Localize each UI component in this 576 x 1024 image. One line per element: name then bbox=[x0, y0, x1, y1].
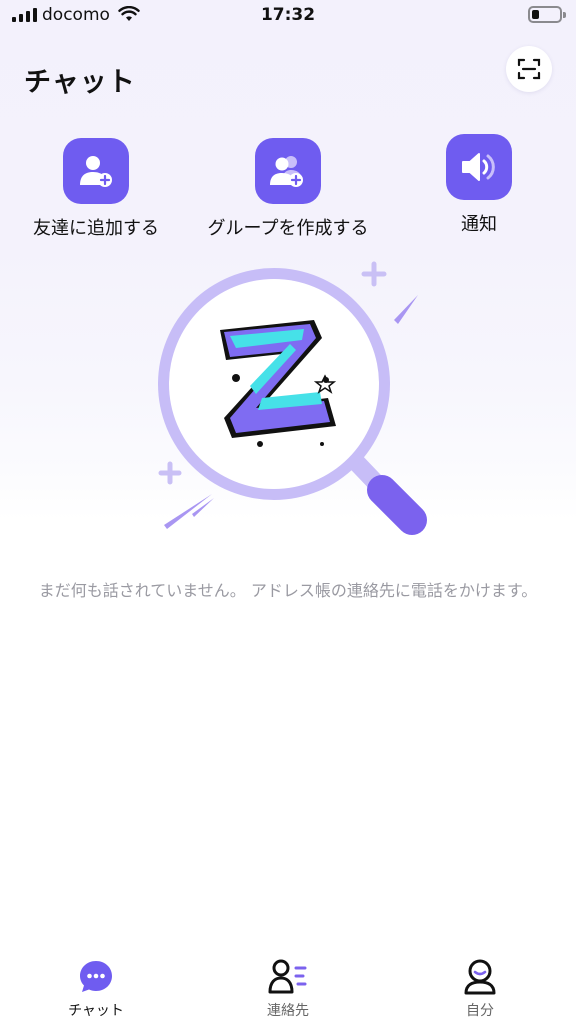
scan-frame-icon bbox=[517, 58, 541, 80]
add-user-icon bbox=[80, 156, 112, 187]
empty-state-message: まだ何も話されていません。 アドレス帳の連絡先に電話をかけます。 bbox=[38, 581, 538, 600]
bottom-tab-bar: チャット 連絡先 自分 bbox=[0, 950, 576, 1024]
empty-state-illustration bbox=[158, 261, 427, 535]
battery-icon bbox=[528, 6, 566, 23]
notification-button[interactable] bbox=[446, 134, 512, 200]
tab-me[interactable]: 自分 bbox=[420, 958, 540, 1020]
speaker-icon bbox=[462, 153, 495, 181]
create-group-icon bbox=[270, 156, 303, 187]
chat-bubble-icon bbox=[80, 961, 112, 992]
add-friend-action[interactable]: 友達に追加する bbox=[30, 138, 162, 240]
contacts-icon bbox=[268, 959, 307, 994]
create-group-label: グループを作成する bbox=[207, 218, 369, 239]
tab-me-label: 自分 bbox=[466, 1003, 494, 1019]
magnifier-handle bbox=[348, 454, 427, 535]
create-group-action[interactable]: グループを作成する bbox=[202, 138, 374, 240]
scan-button[interactable] bbox=[506, 46, 552, 92]
tab-contacts-label: 連絡先 bbox=[267, 1003, 309, 1019]
status-time: 17:32 bbox=[260, 5, 316, 25]
notification-label: 通知 bbox=[461, 214, 497, 235]
profile-icon bbox=[464, 959, 496, 995]
status-bar: docomo 17:32 bbox=[0, 0, 576, 34]
create-group-button[interactable] bbox=[255, 138, 321, 204]
tab-contacts[interactable]: 連絡先 bbox=[228, 958, 348, 1020]
add-friend-label: 友達に追加する bbox=[33, 218, 159, 239]
page-title: チャット bbox=[24, 67, 136, 98]
tab-chat[interactable]: チャット bbox=[36, 958, 156, 1020]
tab-chat-label: チャット bbox=[68, 1003, 124, 1019]
notification-action[interactable]: 通知 bbox=[419, 134, 539, 236]
add-friend-button[interactable] bbox=[63, 138, 129, 204]
